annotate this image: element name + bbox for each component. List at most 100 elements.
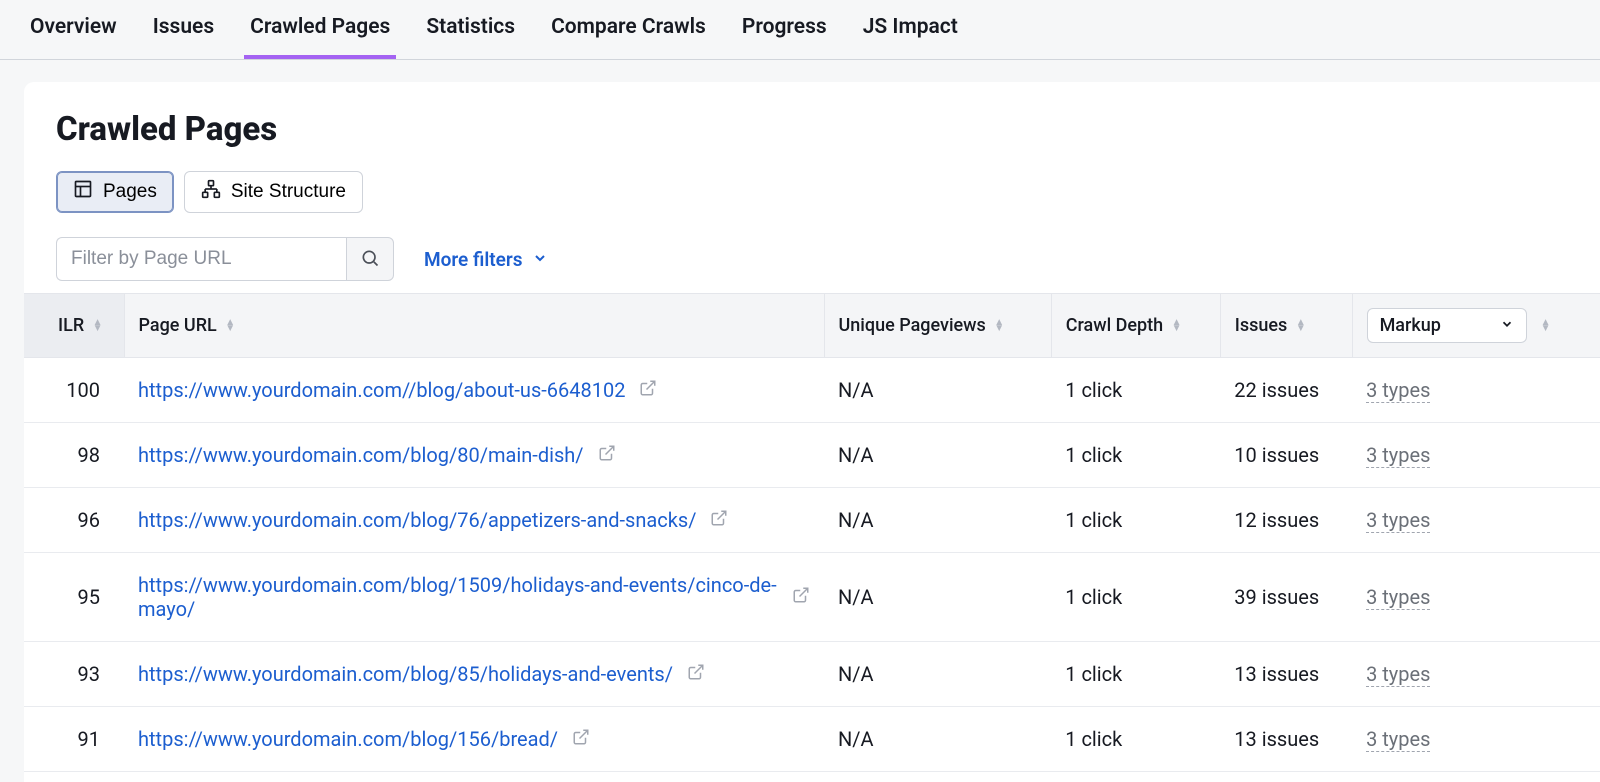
cell-unique-pageviews: N/A [824, 488, 1051, 553]
cell-markup: 3 types [1352, 642, 1600, 707]
top-nav: Overview Issues Crawled Pages Statistics… [0, 0, 1600, 60]
column-header-crawl-depth-label: Crawl Depth [1066, 315, 1163, 336]
cell-crawl-depth: 1 click [1051, 358, 1220, 423]
filter-input-group [56, 237, 394, 281]
cell-unique-pageviews: N/A [824, 358, 1051, 423]
page-url-link[interactable]: https://www.yourdomain.com//blog/about-u… [138, 378, 625, 402]
markup-select-label: Markup [1380, 315, 1441, 336]
table-row: 100 https://www.yourdomain.com//blog/abou… [24, 358, 1600, 423]
cell-page-url: https://www.yourdomain.com/blog/76/appet… [124, 488, 824, 553]
markup-select[interactable]: Markup [1367, 308, 1527, 343]
cell-page-url: https://www.yourdomain.com//blog/about-u… [124, 358, 824, 423]
more-filters-label: More filters [424, 248, 522, 271]
nav-item-statistics[interactable]: Statistics [420, 0, 521, 59]
markup-types-link[interactable]: 3 types [1366, 727, 1430, 752]
column-header-page-url-label: Page URL [139, 315, 217, 336]
cell-page-url: https://www.yourdomain.com/blog/156/brea… [124, 707, 824, 772]
sort-icon: ▲▼ [93, 320, 103, 332]
column-header-markup[interactable]: Markup ▲▼ [1352, 294, 1600, 358]
sort-icon: ▲▼ [1296, 320, 1306, 332]
nav-item-issues[interactable]: Issues [147, 0, 220, 59]
markup-types-link[interactable]: 3 types [1366, 443, 1430, 468]
cell-crawl-depth: 1 click [1051, 488, 1220, 553]
markup-types-link[interactable]: 3 types [1366, 378, 1430, 403]
sort-icon: ▲▼ [1541, 320, 1551, 332]
page-url-link[interactable]: https://www.yourdomain.com/blog/1509/hol… [138, 573, 778, 621]
cell-markup: 3 types [1352, 358, 1600, 423]
page-url-link[interactable]: https://www.yourdomain.com/blog/80/main-… [138, 443, 584, 467]
search-icon [360, 248, 380, 271]
cell-ilr: 98 [24, 423, 124, 488]
pages-icon [73, 179, 93, 205]
cell-ilr: 93 [24, 642, 124, 707]
nav-item-overview[interactable]: Overview [24, 0, 123, 59]
table-row: 96 https://www.yourdomain.com/blog/76/app… [24, 488, 1600, 553]
page-url-link[interactable]: https://www.yourdomain.com/blog/85/holid… [138, 662, 673, 686]
nav-item-compare-crawls[interactable]: Compare Crawls [545, 0, 712, 59]
sort-icon: ▲▼ [1172, 320, 1182, 332]
cell-ilr: 95 [24, 553, 124, 642]
view-toggle-pages-label: Pages [103, 181, 157, 203]
markup-types-link[interactable]: 3 types [1366, 662, 1430, 687]
crawled-pages-table: ILR ▲▼ Page URL ▲▼ Unique Pageviews ▲▼ C… [24, 293, 1600, 772]
cell-markup: 3 types [1352, 423, 1600, 488]
view-toggle-site-structure[interactable]: Site Structure [184, 171, 363, 213]
cell-markup: 3 types [1352, 707, 1600, 772]
column-header-unique-pageviews-label: Unique Pageviews [839, 315, 986, 336]
filter-row: More filters [56, 237, 1568, 281]
cell-crawl-depth: 1 click [1051, 707, 1220, 772]
cell-crawl-depth: 1 click [1051, 423, 1220, 488]
column-header-unique-pageviews[interactable]: Unique Pageviews ▲▼ [824, 294, 1051, 358]
more-filters-button[interactable]: More filters [424, 248, 548, 271]
cell-issues[interactable]: 12 issues [1220, 488, 1352, 553]
cell-unique-pageviews: N/A [824, 553, 1051, 642]
nav-item-js-impact[interactable]: JS Impact [857, 0, 964, 59]
cell-crawl-depth: 1 click [1051, 642, 1220, 707]
cell-issues[interactable]: 39 issues [1220, 553, 1352, 642]
cell-issues[interactable]: 10 issues [1220, 423, 1352, 488]
chevron-down-icon [532, 248, 548, 271]
external-link-icon[interactable] [687, 662, 705, 686]
table-row: 98 https://www.yourdomain.com/blog/80/mai… [24, 423, 1600, 488]
cell-ilr: 96 [24, 488, 124, 553]
sort-icon: ▲▼ [994, 320, 1004, 332]
cell-page-url: https://www.yourdomain.com/blog/80/main-… [124, 423, 824, 488]
table-row: 93 https://www.yourdomain.com/blog/85/hol… [24, 642, 1600, 707]
cell-unique-pageviews: N/A [824, 642, 1051, 707]
cell-page-url: https://www.yourdomain.com/blog/85/holid… [124, 642, 824, 707]
cell-issues[interactable]: 13 issues [1220, 707, 1352, 772]
view-toggle-pages[interactable]: Pages [56, 171, 174, 213]
view-toggle-group: Pages Site Structure [56, 171, 1568, 213]
column-header-page-url[interactable]: Page URL ▲▼ [124, 294, 824, 358]
column-header-issues[interactable]: Issues ▲▼ [1220, 294, 1352, 358]
table-row: 95 https://www.yourdomain.com/blog/1509/h… [24, 553, 1600, 642]
column-header-crawl-depth[interactable]: Crawl Depth ▲▼ [1051, 294, 1220, 358]
external-link-icon[interactable] [572, 727, 590, 751]
cell-page-url: https://www.yourdomain.com/blog/1509/hol… [124, 553, 824, 642]
sort-icon: ▲▼ [225, 320, 235, 332]
filter-url-input[interactable] [56, 237, 346, 281]
filter-search-button[interactable] [346, 237, 394, 281]
cell-issues[interactable]: 13 issues [1220, 642, 1352, 707]
cell-markup: 3 types [1352, 553, 1600, 642]
cell-ilr: 100 [24, 358, 124, 423]
page-title: Crawled Pages [56, 110, 1568, 149]
nav-item-progress[interactable]: Progress [736, 0, 833, 59]
nav-item-crawled-pages[interactable]: Crawled Pages [244, 0, 396, 59]
cell-crawl-depth: 1 click [1051, 553, 1220, 642]
page-url-link[interactable]: https://www.yourdomain.com/blog/76/appet… [138, 508, 696, 532]
cell-markup: 3 types [1352, 488, 1600, 553]
cell-unique-pageviews: N/A [824, 423, 1051, 488]
cell-unique-pageviews: N/A [824, 707, 1051, 772]
cell-issues[interactable]: 22 issues [1220, 358, 1352, 423]
external-link-icon[interactable] [710, 508, 728, 532]
markup-types-link[interactable]: 3 types [1366, 585, 1430, 610]
external-link-icon[interactable] [639, 378, 657, 402]
view-toggle-site-structure-label: Site Structure [231, 181, 346, 203]
column-header-ilr-label: ILR [58, 315, 84, 336]
page-url-link[interactable]: https://www.yourdomain.com/blog/156/brea… [138, 727, 558, 751]
external-link-icon[interactable] [792, 585, 810, 609]
markup-types-link[interactable]: 3 types [1366, 508, 1430, 533]
external-link-icon[interactable] [598, 443, 616, 467]
column-header-ilr[interactable]: ILR ▲▼ [24, 294, 124, 358]
